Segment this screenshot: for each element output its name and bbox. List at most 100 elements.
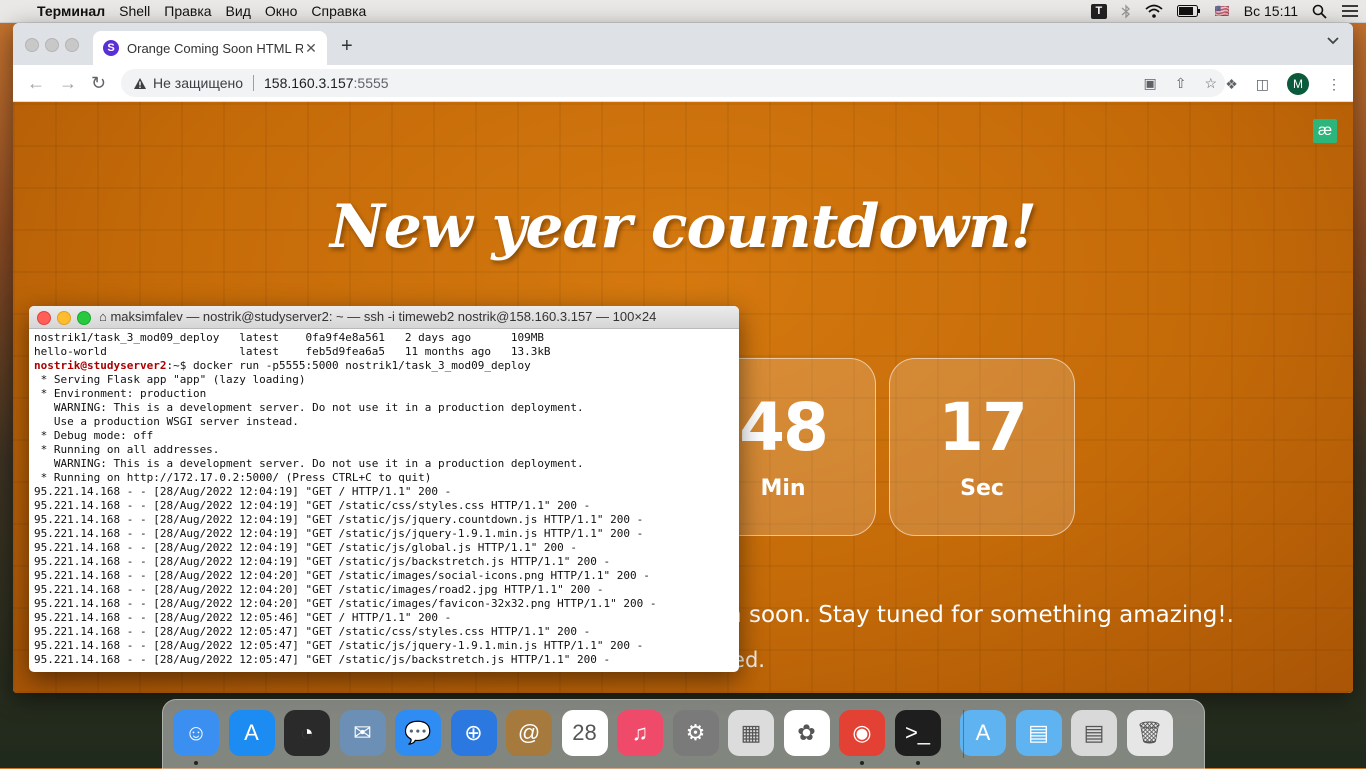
translate-icon[interactable]: ▣ <box>1143 75 1156 92</box>
side-panel-icon[interactable]: ◫ <box>1256 76 1269 93</box>
terminal-line: 95.221.14.168 - - [28/Aug/2022 12:05:47]… <box>34 639 644 652</box>
terminal-line: WARNING: This is a development server. D… <box>34 401 584 414</box>
menu-shell[interactable]: Shell <box>112 3 157 19</box>
calendar-icon[interactable]: 28 <box>561 710 608 756</box>
terminal-line: 95.221.14.168 - - [28/Aug/2022 12:04:20]… <box>34 597 657 610</box>
address-bar[interactable]: Не защищено 158.160.3.157:5555 ▣ ⇧ ☆ <box>121 69 1225 97</box>
menu-app-name[interactable]: Терминал <box>30 3 112 19</box>
dock-running-indicator <box>194 761 198 765</box>
terminal-line: nostrik1/task_3_mod09_deploy latest 0fa9… <box>34 331 544 344</box>
input-source-flag-icon[interactable]: 🇺🇸 <box>1215 4 1230 18</box>
terminal-line: Use a production WSGI server instead. <box>34 415 299 428</box>
terminal-line: * Running on all addresses. <box>34 443 220 456</box>
terminal-window: ⌂ maksimfalev — nostrik@studyserver2: ~ … <box>29 306 739 672</box>
tab-search-chevron-icon[interactable] <box>1327 37 1339 45</box>
terminal-line: hello-world latest feb5d9fea6a5 11 month… <box>34 345 551 358</box>
terminal-output[interactable]: nostrik1/task_3_mod09_deploy latest 0fa9… <box>29 329 739 667</box>
terminal-line: 95.221.14.168 - - [28/Aug/2022 12:05:47]… <box>34 625 591 638</box>
clock[interactable]: Вс 15:11 <box>1244 3 1298 19</box>
preview-icon[interactable]: ▦ <box>728 710 774 756</box>
tab-active[interactable]: S Orange Coming Soon HTML Re ✕ <box>93 31 327 65</box>
extensions-puzzle-icon[interactable]: ❖ <box>1225 76 1238 93</box>
dashboard-icon[interactable]: ◔ <box>284 710 330 756</box>
window-zoom-button[interactable] <box>65 38 79 52</box>
terminal-close-button[interactable] <box>37 311 51 325</box>
terminal-titlebar[interactable]: ⌂ maksimfalev — nostrik@studyserver2: ~ … <box>29 306 739 329</box>
terminal-line: * Running on http://172.17.0.2:5000/ (Pr… <box>34 471 432 484</box>
terminal-line: 95.221.14.168 - - [28/Aug/2022 12:04:19]… <box>34 499 591 512</box>
mail-stamp-icon[interactable]: ✉ <box>339 710 386 756</box>
profile-avatar[interactable]: M <box>1287 73 1309 95</box>
new-tab-button[interactable]: + <box>341 35 353 58</box>
terminal-icon[interactable]: >_ <box>894 710 941 756</box>
terminal-line: WARNING: This is a development server. D… <box>34 457 584 470</box>
system-preferences-icon[interactable]: ⚙ <box>672 710 719 756</box>
reload-icon[interactable]: ↻ <box>91 73 106 94</box>
control-center-icon[interactable] <box>1341 4 1359 18</box>
terminal-command: docker run -p5555:5000 nostrik1/task_3_m… <box>192 359 531 372</box>
safari-icon[interactable]: ⊕ <box>450 710 497 756</box>
menu-window[interactable]: Окно <box>258 3 305 19</box>
terminal-line: * Serving Flask app "app" (lazy loading) <box>34 373 306 386</box>
chrome-menu-icon[interactable]: ⋮ <box>1327 76 1341 93</box>
bookmark-star-icon[interactable]: ☆ <box>1204 75 1217 92</box>
dock-running-indicator <box>915 761 920 765</box>
terminal-title: ⌂ maksimfalev — nostrik@studyserver2: ~ … <box>99 309 656 324</box>
terminal-line: 95.221.14.168 - - [28/Aug/2022 12:04:20]… <box>34 583 604 596</box>
app-store-icon[interactable]: A <box>228 710 275 756</box>
finder-icon[interactable]: ☺ <box>173 710 219 756</box>
extension-overlay-icon[interactable]: æ <box>1313 119 1337 143</box>
photos-icon[interactable]: ✿ <box>783 710 830 756</box>
chrome-icon[interactable]: ◉ <box>839 710 885 756</box>
forward-arrow-icon[interactable]: → <box>59 73 77 94</box>
countdown-seconds-label: Sec <box>960 476 1004 501</box>
music-icon[interactable]: ♫ <box>617 710 663 756</box>
terminal-prompt-suffix: :~$ <box>166 359 193 372</box>
warning-triangle-icon[interactable] <box>133 77 147 90</box>
browser-toolbar: ← → ↻ Не защищено 158.160.3.157:5555 ▣ ⇧… <box>13 65 1353 102</box>
terminal-line: 95.221.14.168 - - [28/Aug/2022 12:04:19]… <box>34 555 611 568</box>
terminal-zoom-button[interactable] <box>77 311 91 325</box>
downloads-icon[interactable]: ▤ <box>1071 710 1117 756</box>
keyboard-badge-icon[interactable]: T <box>1090 3 1107 19</box>
bluetooth-icon[interactable] <box>1121 3 1131 19</box>
spotlight-search-icon[interactable] <box>1312 4 1327 19</box>
terminal-line: 95.221.14.168 - - [28/Aug/2022 12:05:47]… <box>34 653 611 666</box>
url-host: 158.160.3.157 <box>264 75 354 91</box>
terminal-line: * Environment: production <box>34 387 207 400</box>
messages-icon[interactable]: 💬 <box>395 710 441 756</box>
back-arrow-icon[interactable]: ← <box>27 73 45 94</box>
url-port: :5555 <box>353 75 389 91</box>
address-separator <box>253 75 254 91</box>
terminal-line: 95.221.14.168 - - [28/Aug/2022 12:04:20]… <box>34 569 650 582</box>
documents-folder-icon[interactable]: ▤ <box>1015 710 1062 756</box>
tab-close-icon[interactable]: ✕ <box>303 40 319 57</box>
menu-help[interactable]: Справка <box>304 3 373 19</box>
page-tagline: on soon. Stay tuned for something amazin… <box>713 602 1234 628</box>
dock: ☺ A ◔ ✉ 💬 ⊕ @28 ♫ ⚙ ▦ ✿ ◉ >_ A ▤ ▤ 🗑 <box>162 699 1205 769</box>
tab-favicon-icon: S <box>103 40 119 56</box>
battery-icon[interactable] <box>1176 5 1201 17</box>
window-minimize-button[interactable] <box>45 38 59 52</box>
menu-edit[interactable]: Правка <box>157 3 218 19</box>
applications-folder-icon[interactable]: A <box>960 710 1006 756</box>
countdown-seconds-value: 17 <box>938 389 1028 466</box>
share-icon[interactable]: ⇧ <box>1175 75 1187 92</box>
terminal-title-text: maksimfalev — nostrik@studyserver2: ~ — … <box>110 309 657 324</box>
terminal-line: 95.221.14.168 - - [28/Aug/2022 12:04:19]… <box>34 527 644 540</box>
tab-title: Orange Coming Soon HTML Re <box>127 40 303 56</box>
tab-strip: S Orange Coming Soon HTML Re ✕ + <box>13 23 1353 65</box>
security-status-text[interactable]: Не защищено <box>153 75 243 91</box>
terminal-minimize-button[interactable] <box>57 311 71 325</box>
menu-view[interactable]: Вид <box>219 3 258 19</box>
window-close-button[interactable] <box>25 38 39 52</box>
trash-icon[interactable]: 🗑 <box>1126 710 1173 756</box>
terminal-prompt-line: nostrik@studyserver2:~$ docker run -p555… <box>34 359 739 373</box>
home-icon: ⌂ <box>99 309 111 324</box>
terminal-log: * Serving Flask app "app" (lazy loading)… <box>34 373 739 667</box>
terminal-line: 95.221.14.168 - - [28/Aug/2022 12:04:19]… <box>34 541 578 554</box>
terminal-line: * Debug mode: off <box>34 429 154 442</box>
contacts-icon[interactable]: @ <box>506 710 552 756</box>
dock-separator <box>963 710 964 758</box>
wifi-icon[interactable] <box>1145 4 1163 18</box>
